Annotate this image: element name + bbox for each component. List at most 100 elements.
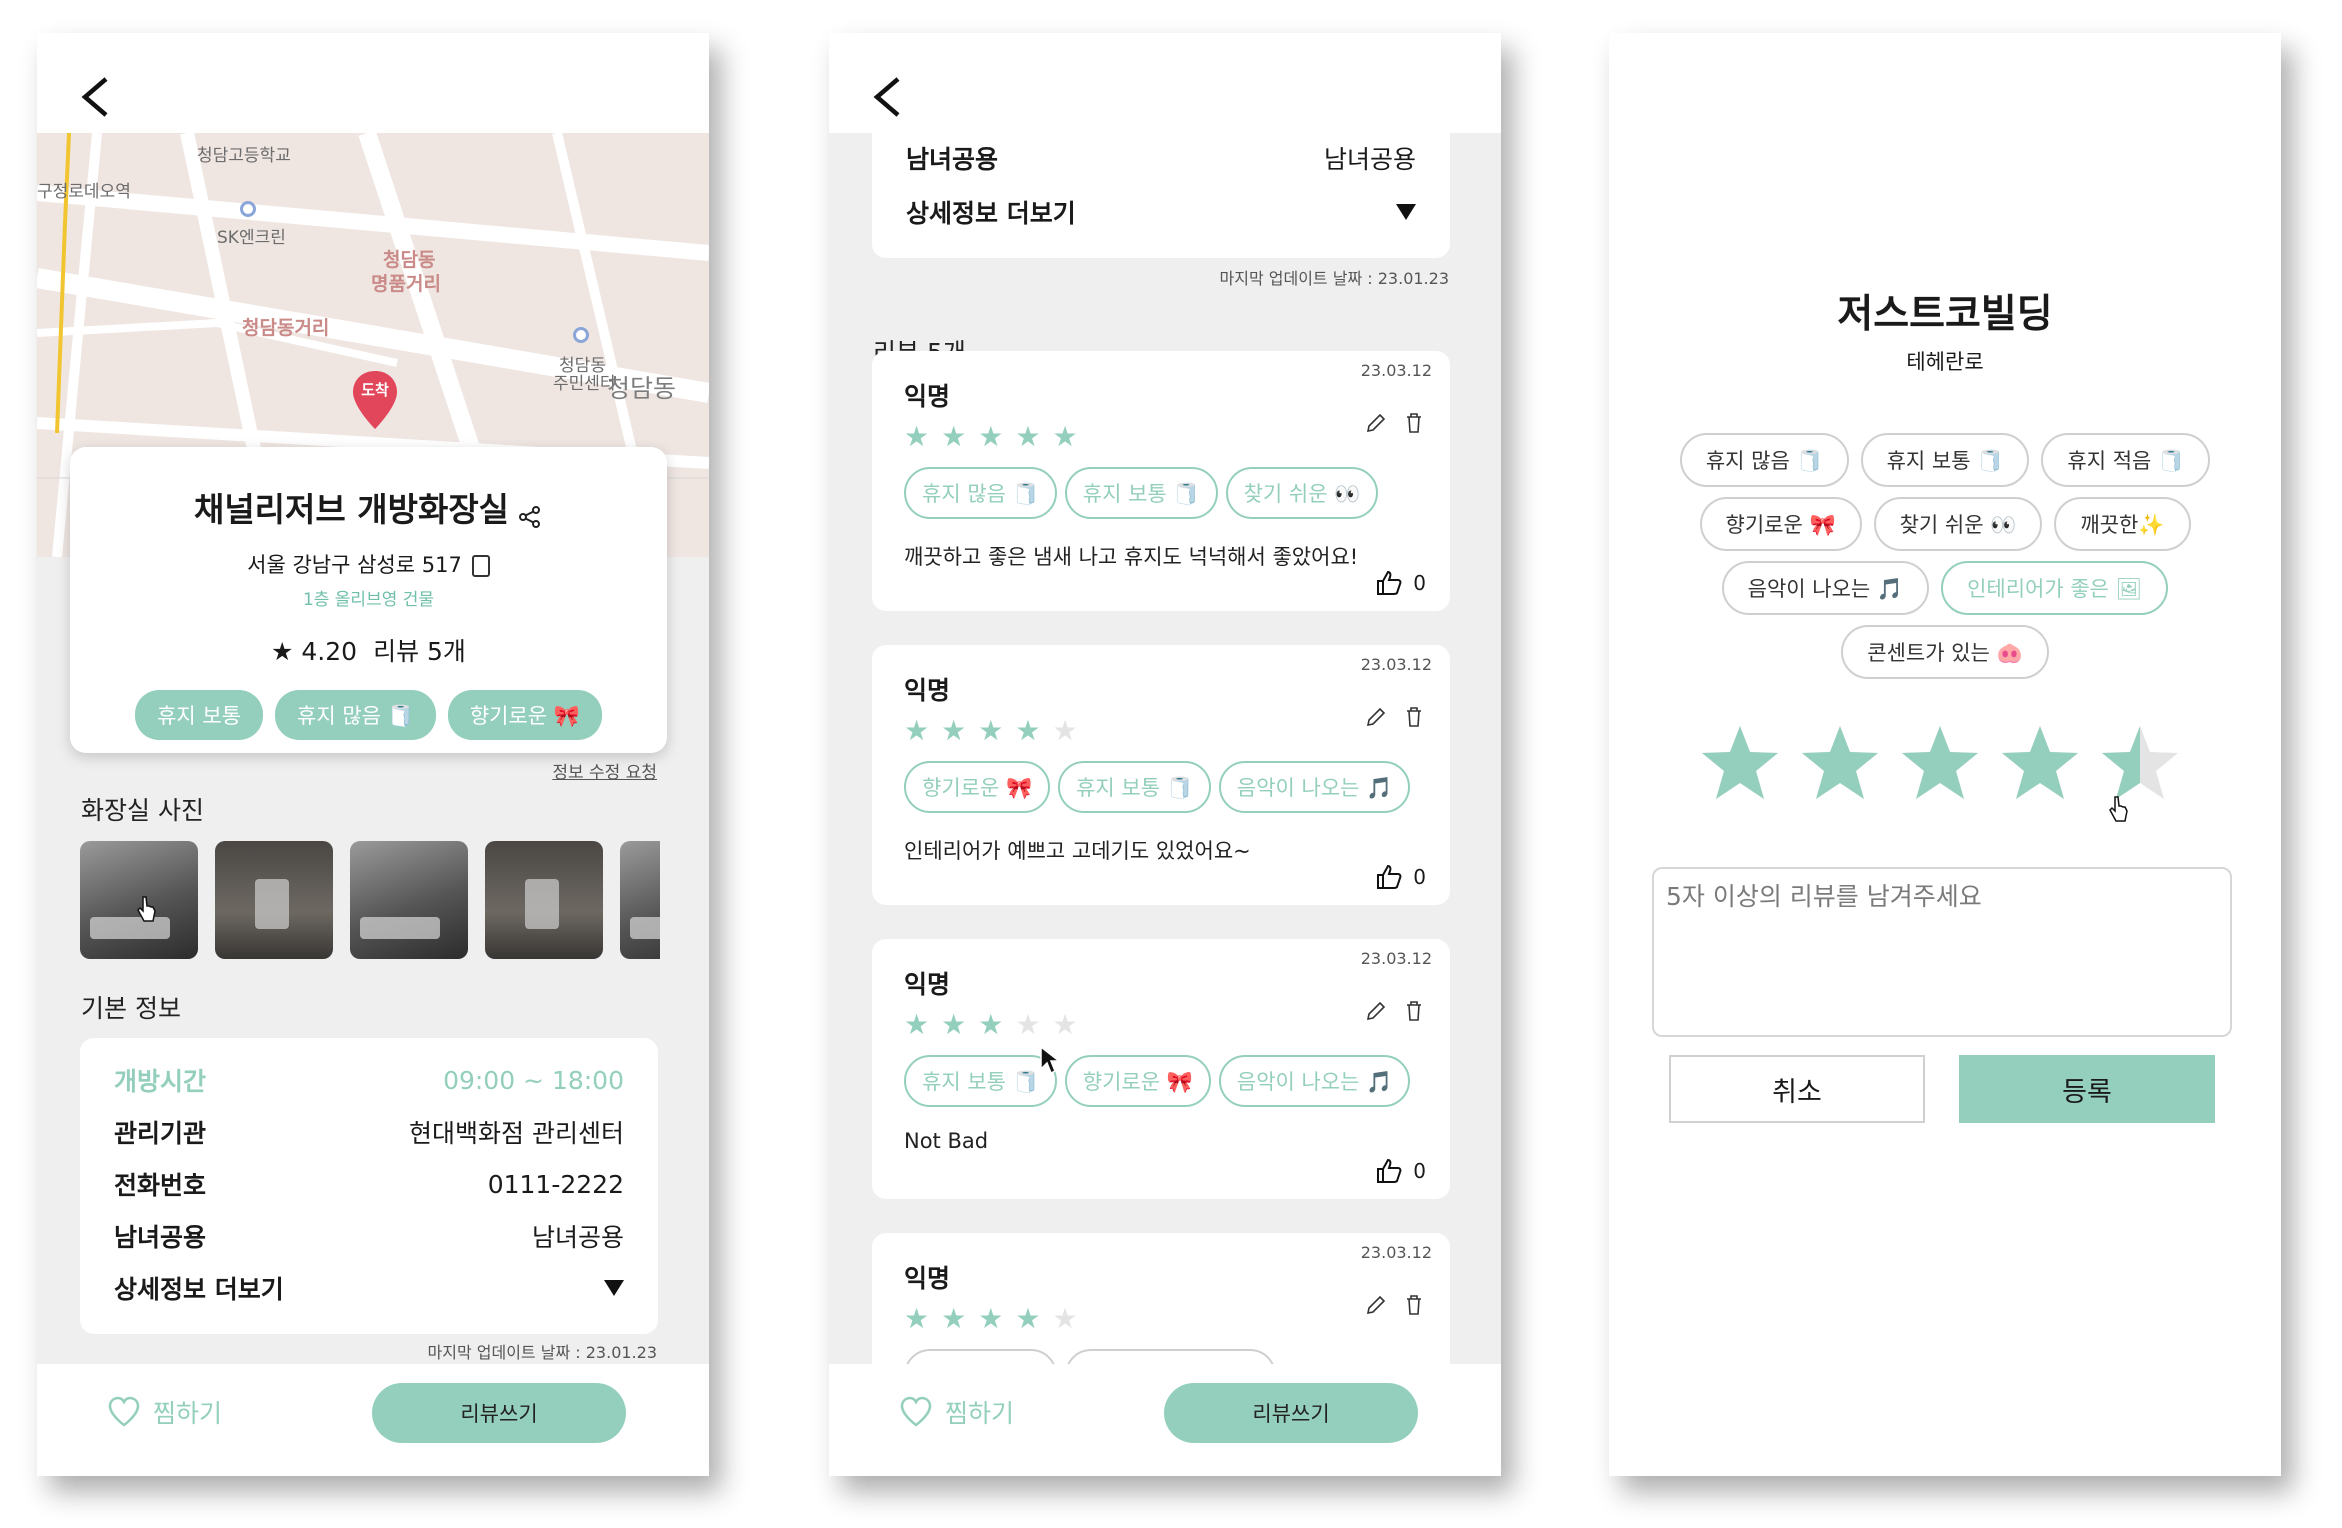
info-value: 현대백화점 관리센터 [409, 1119, 624, 1148]
rating-stars-input[interactable] [1699, 723, 2181, 805]
place-title: 채널리저브 개방화장실 [70, 483, 667, 531]
tag-chip[interactable]: 휴지 많음 🧻 [275, 690, 436, 740]
tag-option[interactable]: 휴지 적음 🧻 [2041, 433, 2211, 487]
edit-request-link[interactable]: 정보 수정 요청 [552, 758, 657, 783]
tag-option[interactable]: 콘센트가 있는 🐽 [1841, 625, 2049, 679]
star-icon: ★ [1052, 1008, 1078, 1041]
like-button[interactable]: 0 [1375, 569, 1426, 597]
review-author: 익명 [904, 382, 951, 411]
thumbs-up-icon [1377, 864, 1402, 889]
tag-option[interactable]: 음악이 나오는 🎵 [1721, 561, 1930, 615]
review-textarea[interactable] [1652, 867, 2232, 1037]
star-icon[interactable] [1699, 723, 1781, 805]
write-review-button[interactable]: 리뷰쓰기 [1164, 1383, 1418, 1443]
like-count: 0 [1413, 865, 1426, 889]
tag-chip[interactable]: 휴지 보통 [135, 690, 264, 740]
pin-label: 도착 [361, 381, 389, 399]
tag-option[interactable]: 향기로운 🎀 [1699, 497, 1862, 551]
arrow-cursor-icon [1040, 1045, 1061, 1075]
star-icon: ★ [1015, 1302, 1041, 1335]
back-button[interactable] [859, 67, 919, 127]
star-icon[interactable] [1799, 723, 1881, 805]
review-tags: 휴지 보통 🧻 향기로운 🎀 음악이 나오는 🎵 [904, 1055, 1434, 1113]
hand-cursor-icon [2109, 796, 2128, 822]
write-review-button[interactable]: 리뷰쓰기 [372, 1383, 626, 1443]
review-text: Not Bad [904, 1129, 989, 1153]
cancel-button[interactable]: 취소 [1669, 1055, 1925, 1123]
pencil-icon[interactable] [1364, 999, 1388, 1023]
tag-chip[interactable]: 향기로운 🎀 [447, 690, 602, 740]
favorite-button[interactable]: 찜하기 [899, 1394, 1014, 1430]
trash-icon[interactable] [1402, 999, 1426, 1023]
like-button[interactable]: 0 [1375, 1157, 1426, 1185]
star-icon: ★ [978, 420, 1004, 453]
photo-thumbnail[interactable] [485, 841, 603, 959]
star-icon[interactable] [1899, 723, 1981, 805]
trash-icon[interactable] [1402, 411, 1426, 435]
more-details-label: 상세정보 더보기 [906, 199, 1076, 228]
review-date: 23.03.12 [1360, 949, 1432, 968]
triangle-down-icon[interactable] [604, 1280, 624, 1296]
copy-icon[interactable] [471, 555, 490, 577]
star-icon[interactable] [2099, 723, 2181, 805]
poi-icon [240, 201, 256, 217]
pencil-icon[interactable] [1364, 1293, 1388, 1317]
star-icon: ★ [904, 1008, 930, 1041]
triangle-down-icon[interactable] [1396, 204, 1416, 220]
destination-pin-icon[interactable]: 도착 [351, 369, 399, 431]
place-address: 서울 강남구 삼성로 517 [247, 553, 462, 577]
more-details-toggle[interactable]: 상세정보 더보기 [114, 1262, 624, 1314]
review-stars: ★ ★ ★ ★ ★ [904, 423, 1078, 451]
share-icon[interactable] [517, 499, 543, 528]
review-stars: ★ ★ ★ ★ ★ [904, 717, 1078, 745]
star-icon: ★ [941, 1302, 967, 1335]
review-tags: 향기로운 🎀 휴지 보통 🧻 음악이 나오는 🎵 [904, 761, 1434, 819]
map-label: 구정로데오역 [37, 182, 131, 202]
basic-info-title: 기본 정보 [81, 994, 181, 1023]
pencil-icon[interactable] [1364, 705, 1388, 729]
favorite-button[interactable]: 찜하기 [107, 1394, 222, 1430]
photo-gallery[interactable] [80, 841, 660, 961]
map-label: 청담동거리 [242, 317, 330, 339]
last-updated: 마지막 업데이트 날짜 : 23.01.23 [427, 1343, 657, 1362]
favorite-label: 찜하기 [945, 1399, 1015, 1428]
photo-thumbnail[interactable] [215, 841, 333, 959]
photo-thumbnail[interactable] [620, 841, 660, 959]
back-button[interactable] [67, 67, 127, 127]
review-author: 익명 [904, 970, 951, 999]
trash-icon[interactable] [1402, 1293, 1426, 1317]
photo-thumbnail[interactable] [350, 841, 468, 959]
favorite-label: 찜하기 [153, 1399, 223, 1428]
like-button[interactable]: 0 [1375, 863, 1426, 891]
reviews-screen: 남녀공용 남녀공용 상세정보 더보기 마지막 업데이트 날짜 : 23.01.23… [829, 33, 1501, 1476]
star-icon: ★ [904, 714, 930, 747]
trash-icon[interactable] [1402, 705, 1426, 729]
star-icon: ★ [1052, 420, 1078, 453]
more-details-toggle[interactable]: 상세정보 더보기 [906, 186, 1416, 238]
star-icon: ★ [941, 714, 967, 747]
tag-option[interactable]: 찾기 쉬운 👀 [1873, 497, 2043, 551]
tag-chip: 휴지 보통 🧻 [904, 1055, 1057, 1107]
tag-option[interactable]: 깨끗한✨ [2054, 497, 2191, 551]
write-review-screen: 저스트코빌딩 테헤란로 휴지 많음 🧻 휴지 보통 🧻 휴지 적음 🧻 향기로운… [1609, 33, 2281, 1476]
pencil-icon[interactable] [1364, 411, 1388, 435]
info-value: 남녀공용 [531, 1223, 624, 1252]
thumbs-up-icon [1377, 1158, 1402, 1183]
info-value: 0111-2222 [487, 1169, 624, 1199]
info-key: 남녀공용 [906, 145, 999, 174]
tag-chip: 휴지 보통 🧻 [1064, 467, 1218, 519]
like-count: 0 [1413, 1159, 1426, 1183]
submit-button[interactable]: 등록 [1959, 1055, 2215, 1123]
tag-option-selected[interactable]: 인테리어가 좋은 🖼 [1941, 561, 2169, 615]
rating-value: ★ 4.20 [271, 637, 358, 666]
place-title: 저스트코빌딩 [1837, 292, 2053, 337]
tag-option[interactable]: 휴지 많음 🧻 [1679, 433, 1849, 487]
tag-option[interactable]: 휴지 보통 🧻 [1860, 433, 2030, 487]
info-key: 개방시간 [114, 1067, 207, 1096]
heart-icon [108, 1396, 140, 1427]
bottom-action-bar: 찜하기 리뷰쓰기 [37, 1364, 709, 1476]
tag-chip: 향기로운 🎀 [904, 761, 1051, 813]
review-date: 23.03.12 [1360, 1243, 1432, 1262]
info-value: 남녀공용 [1323, 145, 1416, 174]
star-icon[interactable] [1999, 723, 2081, 805]
